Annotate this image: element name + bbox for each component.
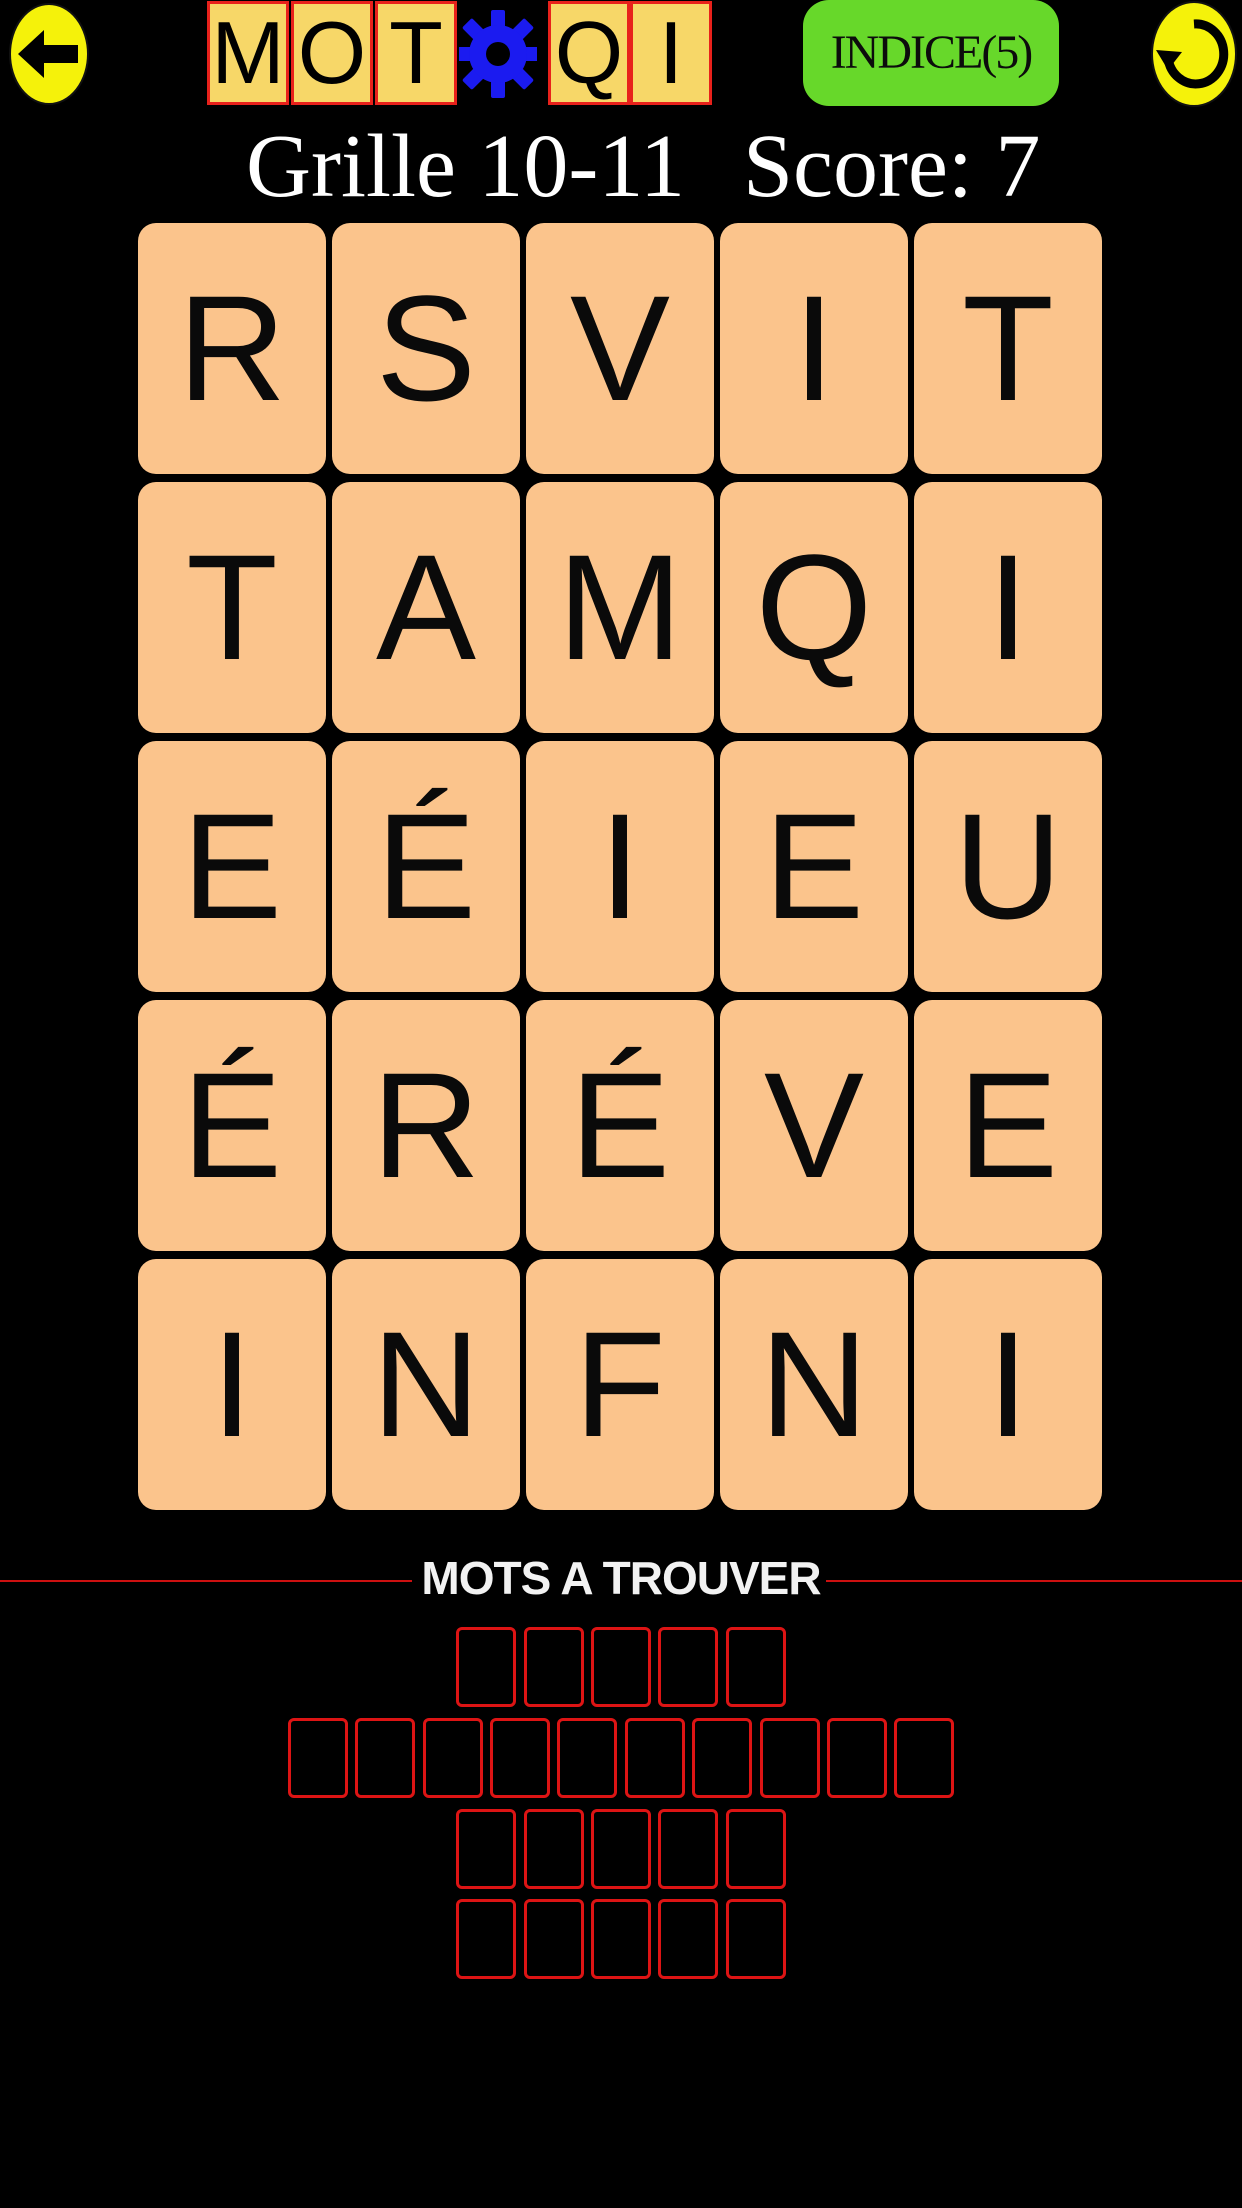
word-letter-slot xyxy=(625,1718,685,1798)
word-letter-slot xyxy=(658,1809,718,1889)
arrow-left-icon xyxy=(9,3,89,105)
letter-tile[interactable]: T xyxy=(138,482,326,733)
letter-tile[interactable]: I xyxy=(138,1259,326,1510)
words-to-find-title: MOTS A TROUVER xyxy=(421,1552,821,1604)
letter-tile[interactable]: V xyxy=(526,223,714,474)
letter-tile[interactable]: E xyxy=(914,1000,1102,1251)
word-letter-slot xyxy=(692,1718,752,1798)
logo-letter: T xyxy=(375,1,457,105)
word-letter-slot xyxy=(456,1627,516,1707)
letter-tile[interactable]: V xyxy=(720,1000,908,1251)
refresh-button[interactable] xyxy=(1150,0,1238,108)
word-letter-slot xyxy=(524,1627,584,1707)
word-letter-slot xyxy=(827,1718,887,1798)
letter-tile[interactable]: S xyxy=(332,223,520,474)
letter-tile[interactable]: É xyxy=(138,1000,326,1251)
word-letter-slot xyxy=(591,1899,651,1979)
letter-tile[interactable]: I xyxy=(914,1259,1102,1510)
logo-letter: M xyxy=(207,1,289,105)
word-letter-slot xyxy=(423,1718,483,1798)
logo-letter: O xyxy=(291,1,373,105)
letter-board: RSVITTAMQIEÉIEUÉRÉVEINFNI xyxy=(138,223,1103,1510)
letter-tile[interactable]: R xyxy=(138,223,326,474)
letter-tile[interactable]: A xyxy=(332,482,520,733)
letter-tile[interactable]: T xyxy=(914,223,1102,474)
word-letter-slot xyxy=(288,1718,348,1798)
word-letter-slot xyxy=(456,1809,516,1889)
word-letter-slot xyxy=(658,1899,718,1979)
word-letter-slot xyxy=(490,1718,550,1798)
refresh-icon xyxy=(1151,1,1237,107)
letter-tile[interactable]: N xyxy=(332,1259,520,1510)
hint-button[interactable]: INDICE(5) xyxy=(803,0,1059,106)
word-letter-slot xyxy=(894,1718,954,1798)
logo-letter: I xyxy=(630,1,712,105)
grid-label: Grille 10-11 xyxy=(246,117,686,216)
word-letter-slot xyxy=(456,1899,516,1979)
score-label: Score: 7 xyxy=(743,117,1041,216)
letter-tile[interactable]: F xyxy=(526,1259,714,1510)
letter-tile[interactable]: I xyxy=(720,223,908,474)
app-logo: M O T Q I xyxy=(207,0,712,108)
letter-tile[interactable]: M xyxy=(526,482,714,733)
word-letter-slot xyxy=(524,1899,584,1979)
word-letter-slot xyxy=(726,1809,786,1889)
word-letter-slot xyxy=(658,1627,718,1707)
word-letter-slot xyxy=(726,1627,786,1707)
letter-tile[interactable]: I xyxy=(526,741,714,992)
word-letter-slot xyxy=(760,1718,820,1798)
letter-tile[interactable]: U xyxy=(914,741,1102,992)
back-button[interactable] xyxy=(8,2,90,106)
letter-tile[interactable]: É xyxy=(332,741,520,992)
word-letter-slot xyxy=(591,1627,651,1707)
word-letter-slot xyxy=(524,1809,584,1889)
logo-letter: Q xyxy=(548,1,630,105)
letter-tile[interactable]: Q xyxy=(720,482,908,733)
word-letter-slot xyxy=(726,1899,786,1979)
word-letter-slot xyxy=(591,1809,651,1889)
letter-tile[interactable]: R xyxy=(332,1000,520,1251)
letter-tile[interactable]: É xyxy=(526,1000,714,1251)
gear-icon[interactable] xyxy=(459,6,537,102)
letter-tile[interactable]: N xyxy=(720,1259,908,1510)
word-letter-slot xyxy=(557,1718,617,1798)
letter-tile[interactable]: I xyxy=(914,482,1102,733)
word-letter-slot xyxy=(355,1718,415,1798)
letter-tile[interactable]: E xyxy=(720,741,908,992)
letter-tile[interactable]: E xyxy=(138,741,326,992)
